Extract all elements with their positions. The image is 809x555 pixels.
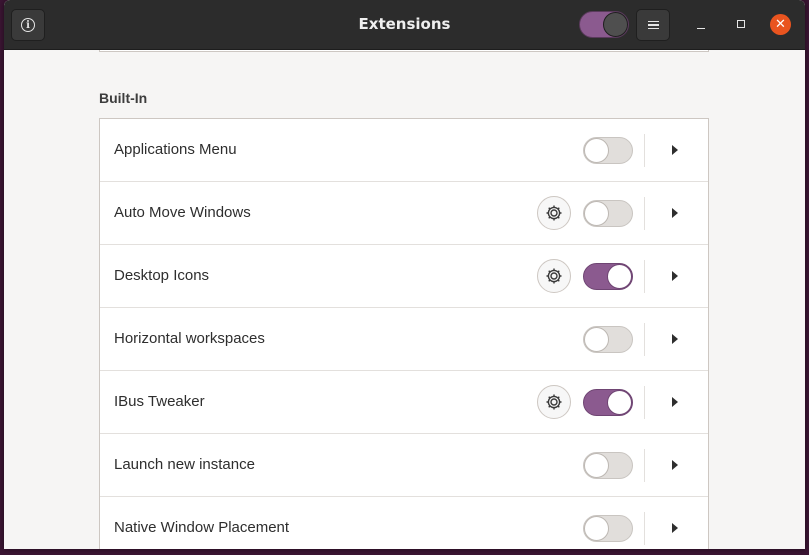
switch-knob — [584, 453, 609, 478]
expand-row-button[interactable] — [660, 513, 690, 543]
extension-name: Applications Menu — [114, 141, 237, 158]
extension-toggle[interactable] — [583, 515, 633, 542]
expand-row-button[interactable] — [660, 324, 690, 354]
extensions-window: i Extensions ✕ Built-In Applications Men… — [4, 0, 805, 549]
expand-arrow-icon — [672, 271, 678, 281]
close-button[interactable]: ✕ — [770, 14, 791, 35]
gear-icon — [544, 266, 564, 286]
global-extensions-switch[interactable] — [579, 11, 629, 38]
switch-knob — [607, 390, 632, 415]
extension-name: Auto Move Windows — [114, 204, 251, 221]
extension-row: Horizontal workspaces — [100, 308, 708, 371]
expand-arrow-icon — [672, 460, 678, 470]
close-icon: ✕ — [775, 17, 786, 32]
expand-arrow-icon — [672, 145, 678, 155]
extension-toggle[interactable] — [583, 263, 633, 290]
extension-name: Desktop Icons — [114, 267, 210, 284]
switch-knob — [603, 12, 628, 37]
extension-row: Desktop Icons — [100, 245, 708, 308]
extension-row: IBus Tweaker — [100, 371, 708, 434]
extension-settings-button[interactable] — [537, 385, 571, 419]
previous-section-frame — [99, 50, 709, 52]
gear-icon — [544, 392, 564, 412]
expand-arrow-icon — [672, 208, 678, 218]
maximize-button[interactable] — [734, 17, 748, 31]
row-separator — [644, 260, 645, 293]
expand-arrow-icon — [672, 397, 678, 407]
switch-knob — [584, 327, 609, 352]
extension-settings-button[interactable] — [537, 196, 571, 230]
extension-toggle[interactable] — [583, 389, 633, 416]
expand-arrow-icon — [672, 523, 678, 533]
extension-toggle[interactable] — [583, 137, 633, 164]
row-separator — [644, 449, 645, 482]
expand-row-button[interactable] — [660, 198, 690, 228]
expand-arrow-icon — [672, 334, 678, 344]
row-separator — [644, 323, 645, 356]
extension-row: Applications Menu — [100, 119, 708, 182]
row-separator — [644, 386, 645, 419]
hamburger-icon — [647, 20, 659, 30]
window-title: Extensions — [358, 15, 451, 33]
switch-knob — [607, 264, 632, 289]
extension-name: IBus Tweaker — [114, 393, 205, 410]
row-separator — [644, 134, 645, 167]
switch-knob — [584, 138, 609, 163]
extensions-list: Applications Menu Auto Move Windows Deskto… — [99, 118, 709, 549]
gear-icon — [544, 203, 564, 223]
main-menu-button[interactable] — [636, 9, 670, 41]
extension-name: Native Window Placement — [114, 519, 290, 536]
extension-toggle[interactable] — [583, 452, 633, 479]
extension-name: Horizontal workspaces — [114, 330, 265, 347]
expand-row-button[interactable] — [660, 387, 690, 417]
expand-row-button[interactable] — [660, 450, 690, 480]
extension-row: Native Window Placement — [100, 497, 708, 549]
minimize-button[interactable] — [695, 16, 707, 32]
headerbar: i Extensions ✕ — [4, 0, 805, 50]
extension-row: Launch new instance — [100, 434, 708, 497]
extensions-content[interactable]: Built-In Applications Menu Auto Move Wind… — [4, 50, 805, 549]
extension-settings-button[interactable] — [537, 259, 571, 293]
expand-row-button[interactable] — [660, 261, 690, 291]
switch-knob — [584, 516, 609, 541]
row-separator — [644, 512, 645, 545]
extension-toggle[interactable] — [583, 326, 633, 353]
extension-row: Auto Move Windows — [100, 182, 708, 245]
switch-knob — [584, 201, 609, 226]
expand-row-button[interactable] — [660, 135, 690, 165]
extension-name: Launch new instance — [114, 456, 255, 473]
extension-toggle[interactable] — [583, 200, 633, 227]
row-separator — [644, 197, 645, 230]
section-title: Built-In — [99, 90, 148, 106]
